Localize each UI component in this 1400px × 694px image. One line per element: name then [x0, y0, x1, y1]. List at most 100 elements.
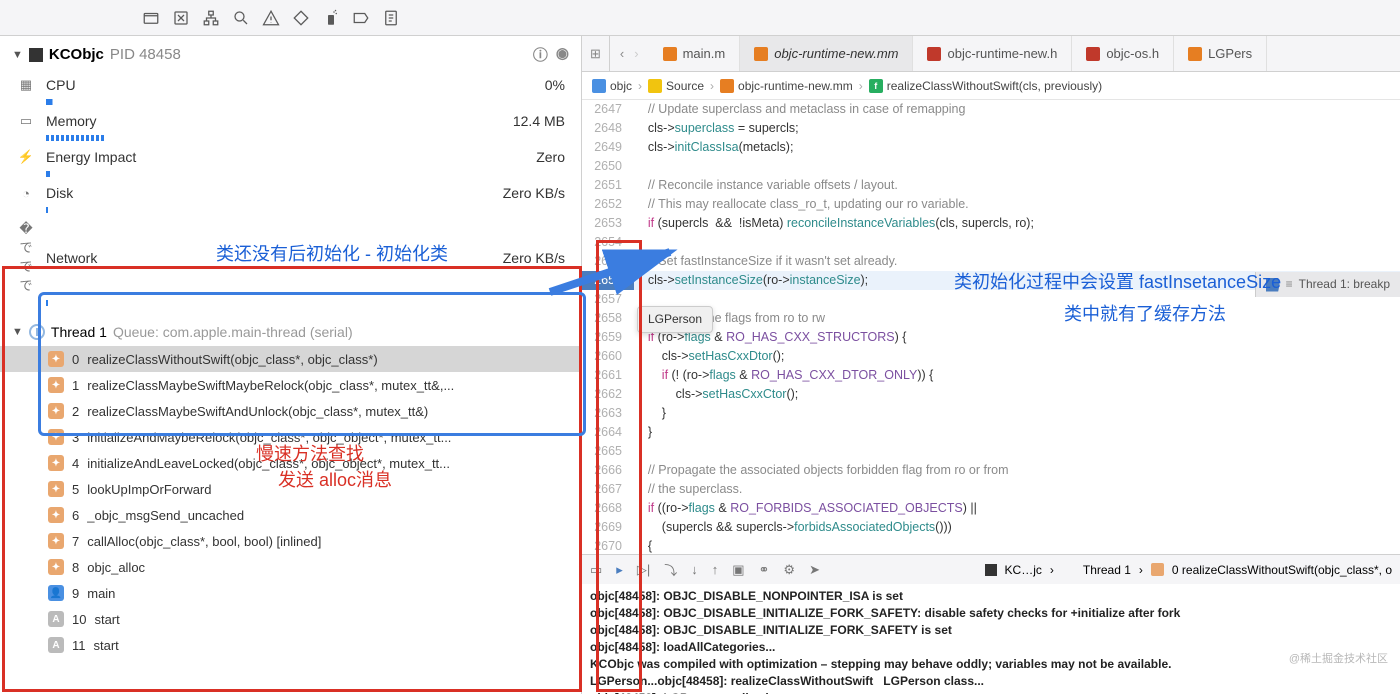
- notes-icon[interactable]: [382, 9, 400, 27]
- editor-tabs: ⊞ ‹ › main.mobjc-runtime-new.mmobjc-runt…: [582, 36, 1400, 72]
- frame-icon: 👤: [48, 585, 64, 601]
- frame-icon: ✦: [48, 481, 64, 497]
- frame-icon: ✦: [48, 533, 64, 549]
- stack-frame[interactable]: 👤9main: [0, 580, 581, 606]
- code-line[interactable]: 2653 if (supercls && !isMeta) reconcileI…: [582, 214, 1400, 233]
- code-line[interactable]: 2665: [582, 442, 1400, 461]
- environment-icon[interactable]: ⚙: [783, 562, 795, 578]
- tag-icon[interactable]: [352, 9, 370, 27]
- filetype-icon: [754, 47, 768, 61]
- thread-name: Thread 1: [51, 324, 107, 340]
- breakpoint-indicator[interactable]: ≡ Thread 1: breakp: [1255, 272, 1400, 297]
- metric-disk[interactable]: ◔DiskZero KB/s: [8, 181, 573, 205]
- code-editor[interactable]: ≡ Thread 1: breakp LGPerson 2647 // Upda…: [582, 100, 1400, 554]
- energy-icon: ⚡: [16, 149, 36, 165]
- view-debug-icon[interactable]: ▣: [732, 562, 744, 578]
- code-line[interactable]: 2663 }: [582, 404, 1400, 423]
- code-line[interactable]: 2654: [582, 233, 1400, 252]
- stack-frame[interactable]: ✦1realizeClassMaybeSwiftMaybeRelock(objc…: [0, 372, 581, 398]
- thread-badge-icon: [29, 324, 45, 340]
- debug-tooltip: LGPerson: [637, 306, 713, 333]
- code-line[interactable]: 2655 // Set fastInstanceSize if it wasn'…: [582, 252, 1400, 271]
- memory-graph-icon[interactable]: ⚭: [759, 562, 770, 578]
- code-line[interactable]: 2661 if (! (ro->flags & RO_HAS_CXX_DTOR_…: [582, 366, 1400, 385]
- code-line[interactable]: 2666 // Propagate the associated objects…: [582, 461, 1400, 480]
- metrics-list: ▦CPU0% ▭Memory12.4 MB ⚡Energy ImpactZero…: [0, 73, 581, 310]
- code-line[interactable]: 2662 cls->setHasCxxCtor();: [582, 385, 1400, 404]
- stack-frame[interactable]: A11start: [0, 632, 581, 658]
- network-icon: �ででで: [16, 221, 36, 294]
- function-icon: f: [869, 79, 883, 93]
- editor-tab[interactable]: objc-runtime-new.mm: [740, 36, 913, 71]
- code-line[interactable]: 2647 // Update superclass and metaclass …: [582, 100, 1400, 119]
- info-icon[interactable]: ⓘ: [533, 44, 548, 65]
- editor-tab[interactable]: objc-runtime-new.h: [913, 36, 1072, 71]
- editor-tab[interactable]: LGPers: [1174, 36, 1267, 71]
- code-line[interactable]: 2660 cls->setHasCxxDtor();: [582, 347, 1400, 366]
- frame-icon: ✦: [48, 455, 64, 471]
- memory-icon: ▭: [16, 113, 36, 129]
- stack-frame[interactable]: A10start: [0, 606, 581, 632]
- code-line[interactable]: 2651 // Reconcile instance variable offs…: [582, 176, 1400, 195]
- stack-frame[interactable]: ✦8objc_alloc: [0, 554, 581, 580]
- step-out-icon[interactable]: ↑: [712, 562, 719, 577]
- stack-frame[interactable]: ✦5lookUpImpOrForward: [0, 476, 581, 502]
- nav-back-icon[interactable]: ‹: [620, 46, 624, 61]
- close-brackets-icon[interactable]: [172, 9, 190, 27]
- nav-forward-icon[interactable]: ›: [634, 46, 638, 61]
- code-line[interactable]: 2649 cls->initClassIsa(metacls);: [582, 138, 1400, 157]
- code-line[interactable]: 2668 if ((ro->flags & RO_FORBIDS_ASSOCIA…: [582, 499, 1400, 518]
- debug-bar: ▭ ▸ ▷| ⤵ ↓ ↑ ▣ ⚭ ⚙ ➤ KC…jc › Thread 1 › …: [582, 554, 1400, 584]
- search-icon[interactable]: [232, 9, 250, 27]
- frame-icon: ✦: [48, 377, 64, 393]
- code-line[interactable]: 2670 {: [582, 537, 1400, 554]
- code-line[interactable]: 2667 // the superclass.: [582, 480, 1400, 499]
- continue-icon[interactable]: ▷|: [637, 562, 650, 578]
- step-over-icon[interactable]: ⤵: [664, 560, 677, 579]
- stack-frame[interactable]: ✦6_objc_msgSend_uncached: [0, 502, 581, 528]
- spray-icon[interactable]: [322, 9, 340, 27]
- debug-console[interactable]: objc[48458]: OBJC_DISABLE_NONPOINTER_ISA…: [582, 584, 1400, 694]
- code-line[interactable]: 2669 (supercls && supercls->forbidsAssoc…: [582, 518, 1400, 537]
- folder-icon[interactable]: [142, 9, 160, 27]
- disclosure-icon[interactable]: ▼: [12, 326, 23, 338]
- breadcrumb[interactable]: objc› Source› objc-runtime-new.mm› freal…: [582, 72, 1400, 100]
- breakpoint-toggle-icon[interactable]: ▸: [616, 562, 623, 578]
- stack-frame[interactable]: ✦2realizeClassMaybeSwiftAndUnlock(objc_c…: [0, 398, 581, 424]
- location-icon[interactable]: ➤: [809, 562, 820, 578]
- warning-icon[interactable]: [262, 9, 280, 27]
- process-pid: PID 48458: [110, 46, 181, 63]
- metric-memory[interactable]: ▭Memory12.4 MB: [8, 109, 573, 133]
- metric-network[interactable]: �でででNetworkZero KB/s: [8, 217, 573, 298]
- step-into-icon[interactable]: ↓: [691, 562, 698, 577]
- layout-grid-icon[interactable]: ⊞: [582, 36, 610, 71]
- app-icon: [985, 564, 997, 576]
- editor-tab[interactable]: main.m: [649, 36, 741, 71]
- frame-icon: ✦: [48, 559, 64, 575]
- stack-frame[interactable]: ✦7callAlloc(objc_class*, bool, bool) [in…: [0, 528, 581, 554]
- metric-cpu[interactable]: ▦CPU0%: [8, 73, 573, 97]
- code-line[interactable]: 2650: [582, 157, 1400, 176]
- stack-frame[interactable]: ✦0realizeClassWithoutSwift(objc_class*, …: [0, 346, 581, 372]
- code-line[interactable]: 2648 cls->superclass = supercls;: [582, 119, 1400, 138]
- code-line[interactable]: 2664 }: [582, 423, 1400, 442]
- options-icon[interactable]: ◉: [556, 44, 569, 65]
- frame-icon: ✦: [48, 403, 64, 419]
- diamond-icon[interactable]: [292, 9, 310, 27]
- toggle-panel-icon[interactable]: ▭: [590, 562, 602, 578]
- filetype-icon: [1086, 47, 1100, 61]
- frame-icon: ✦: [48, 351, 64, 367]
- stack-frame[interactable]: ✦4initializeAndLeaveLocked(objc_class*, …: [0, 450, 581, 476]
- process-header[interactable]: ▼ KCObjc PID 48458 ⓘ ◉: [0, 36, 581, 73]
- stack-frame[interactable]: ✦3initializeAndMaybeRelock(objc_class*, …: [0, 424, 581, 450]
- disk-icon: ◔: [16, 186, 36, 201]
- code-line[interactable]: 2652 // This may reallocate class_ro_t, …: [582, 195, 1400, 214]
- filetype-icon: [1188, 47, 1202, 61]
- disclosure-icon[interactable]: ▼: [12, 49, 23, 61]
- app-icon: [29, 48, 43, 62]
- editor-tab[interactable]: objc-os.h: [1072, 36, 1174, 71]
- metric-energy[interactable]: ⚡Energy ImpactZero: [8, 145, 573, 169]
- filetype-icon: [927, 47, 941, 61]
- hierarchy-icon[interactable]: [202, 9, 220, 27]
- thread-header[interactable]: ▼ Thread 1 Queue: com.apple.main-thread …: [0, 318, 581, 346]
